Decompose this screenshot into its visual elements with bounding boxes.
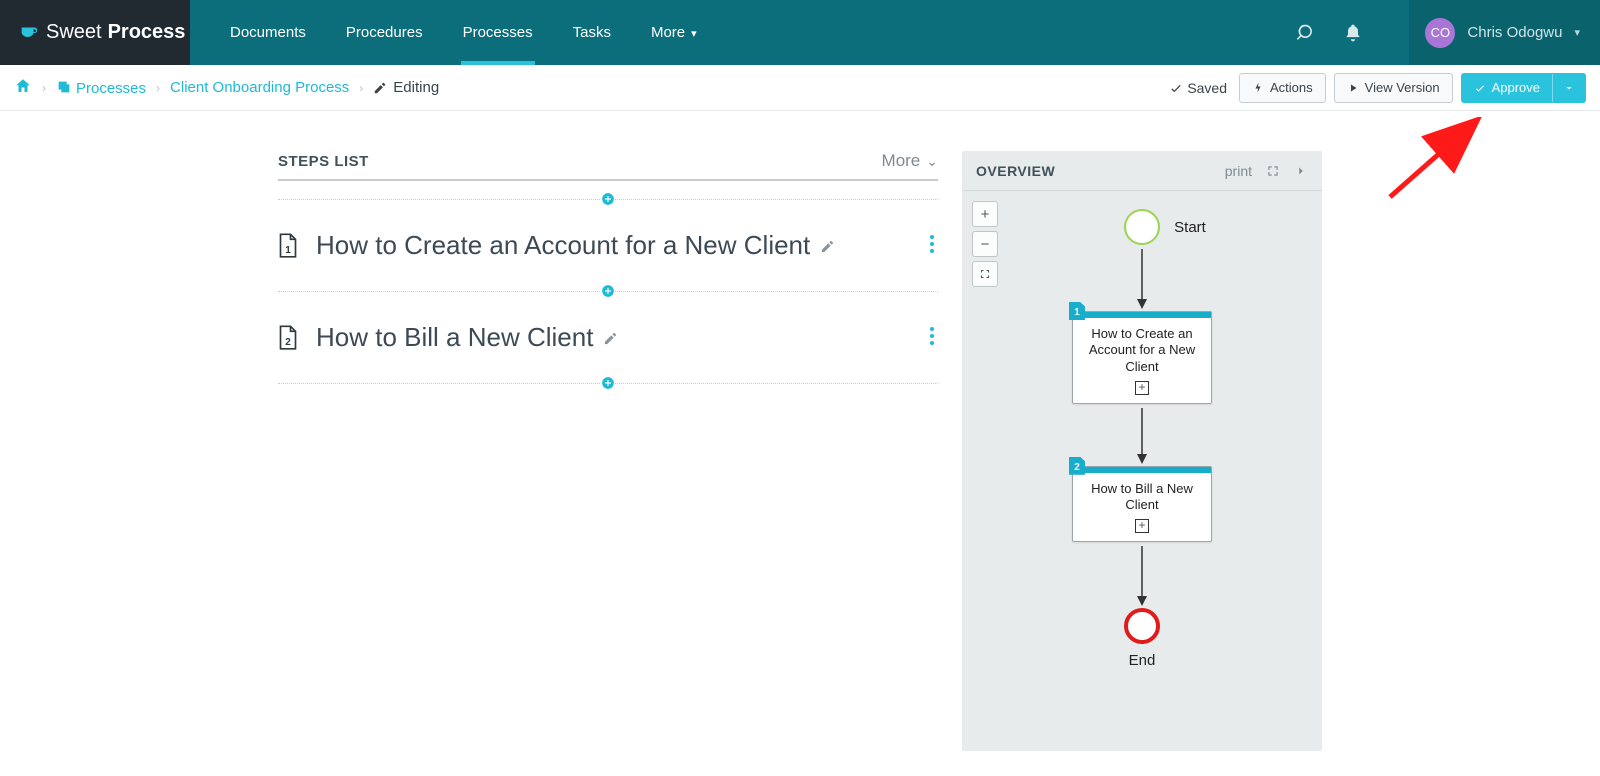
overview-title: OVERVIEW [976,163,1055,179]
plus-icon [601,284,615,298]
bolt-icon [1252,82,1264,94]
print-link[interactable]: print [1225,163,1252,179]
search-icon[interactable] [1297,23,1317,43]
nav-tasks[interactable]: Tasks [553,0,631,65]
avatar: CO [1425,18,1455,48]
edit-step-icon[interactable] [820,230,835,261]
user-name: Chris Odogwu [1467,24,1562,41]
document-icon: 1 [278,233,298,259]
chevron-down-icon: ▾ [691,28,697,40]
step-title: How to Create an Account for a New Clien… [316,230,835,261]
flow-arrow [1136,546,1148,608]
breadcrumb-item[interactable]: Client Onboarding Process [170,79,349,96]
breadcrumb-sep: › [156,81,160,95]
breadcrumb: › Processes › Client Onboarding Process … [14,77,439,99]
step-title: How to Bill a New Client [316,322,618,353]
node-label: How to Bill a New Client [1073,473,1211,518]
plus-icon [601,192,615,206]
nav-right: CO Chris Odogwu ▾ [1297,0,1600,65]
view-version-button[interactable]: View Version [1334,73,1453,103]
step-row[interactable]: 2 How to Bill a New Client [278,292,938,383]
step-menu[interactable] [930,235,934,256]
step-row[interactable]: 1 How to Create an Account for a New Cli… [278,200,938,291]
overview-canvas[interactable]: + − Start 1 How to Create an Account for… [962,191,1322,751]
flow-node[interactable]: 2 How to Bill a New Client + [1072,466,1212,543]
bell-icon[interactable] [1343,23,1363,43]
brand-cell[interactable]: Sweet Process [0,0,190,65]
pencil-icon [373,81,387,95]
chevron-down-icon: ⌄ [926,153,938,170]
chevron-down-icon: ▾ [1574,26,1580,39]
flow-start: Start [1124,209,1206,245]
home-icon[interactable] [14,77,32,99]
approve-button[interactable]: Approve [1461,73,1586,103]
nav-documents[interactable]: Documents [210,0,326,65]
add-step-divider[interactable] [278,199,938,200]
flow-node[interactable]: 1 How to Create an Account for a New Cli… [1072,311,1212,404]
header: Sweet Process Documents Procedures Proces… [0,0,1600,65]
node-label: How to Create an Account for a New Clien… [1073,318,1211,379]
stack-icon [56,80,76,97]
nav-procedures[interactable]: Procedures [326,0,443,65]
brand-logo: Sweet Process [18,21,185,44]
brand-text-light: Sweet [46,21,102,44]
document-icon: 2 [278,325,298,351]
toolbar-right: Saved Actions View Version Approve [1169,73,1586,103]
approve-dropdown[interactable] [1552,73,1585,103]
step-menu[interactable] [930,327,934,348]
node-number: 1 [1069,302,1085,320]
steps-header: STEPS LIST More ⌄ [278,151,938,181]
steps-title: STEPS LIST [278,153,369,170]
expand-node-icon[interactable]: + [1135,381,1149,395]
overview-header: OVERVIEW print [962,151,1322,191]
check-icon [1474,82,1486,94]
toolbar: › Processes › Client Onboarding Process … [0,65,1600,111]
expand-icon[interactable] [1266,164,1280,178]
flow-arrow [1136,408,1148,466]
breadcrumb-sep: › [359,81,363,95]
brand-text-heavy: Process [108,21,186,44]
expand-node-icon[interactable]: + [1135,519,1149,533]
nav-more[interactable]: More▾ [631,0,717,65]
caret-down-icon [1563,82,1575,94]
breadcrumb-state: Editing [373,79,439,96]
add-step-divider[interactable] [278,291,938,292]
cup-icon [18,22,40,44]
add-step-divider[interactable] [278,383,938,384]
overview-panel: OVERVIEW print + − Start [962,151,1322,751]
flowchart: Start 1 How to Create an Account for a N… [962,209,1322,669]
node-number: 2 [1069,457,1085,475]
content: STEPS LIST More ⌄ 1 How to Create an Acc… [0,111,1600,751]
overview-controls: print [1225,163,1308,179]
start-node[interactable] [1124,209,1160,245]
flow-arrow [1136,249,1148,311]
user-menu[interactable]: CO Chris Odogwu ▾ [1409,0,1600,65]
nav-processes[interactable]: Processes [443,0,553,65]
steps-more-menu[interactable]: More ⌄ [882,151,938,171]
end-node[interactable] [1124,608,1160,644]
edit-step-icon[interactable] [603,322,618,353]
chevron-right-icon[interactable] [1294,164,1308,178]
check-icon [1169,81,1183,95]
steps-column: STEPS LIST More ⌄ 1 How to Create an Acc… [278,151,938,751]
nav: Documents Procedures Processes Tasks Mor… [190,0,1600,65]
breadcrumb-sep: › [42,81,46,95]
breadcrumb-section[interactable]: Processes [56,79,146,97]
saved-status: Saved [1169,80,1227,96]
caret-right-icon [1347,82,1359,94]
plus-icon [601,376,615,390]
actions-button[interactable]: Actions [1239,73,1326,103]
end-label: End [1129,652,1156,669]
